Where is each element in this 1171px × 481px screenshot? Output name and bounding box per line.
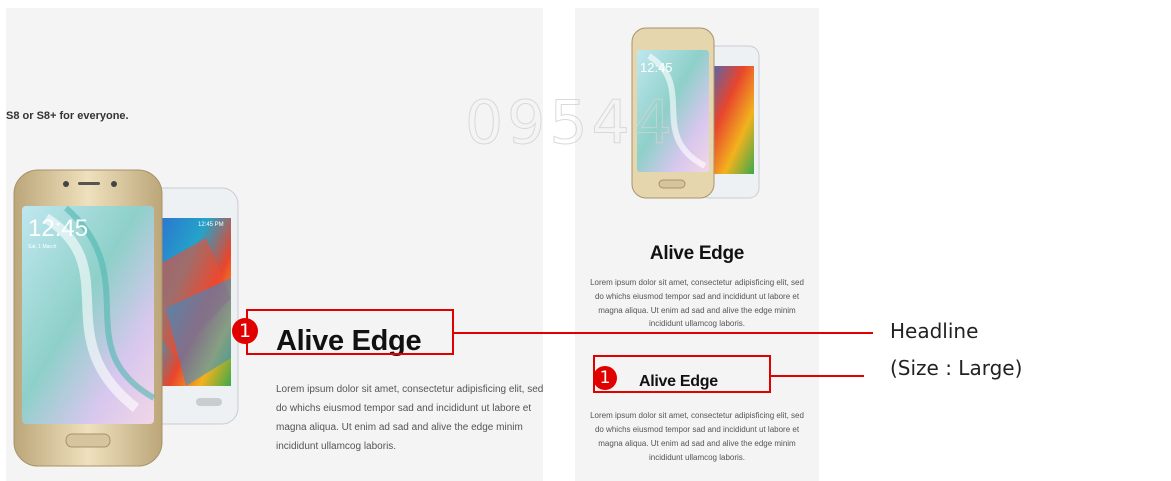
front-phone-time: 12:45 (28, 215, 88, 242)
front-phone-date: Sat, 1 March (28, 244, 57, 250)
annotation-connector-right (771, 375, 864, 377)
body-paragraph: Lorem ipsum dolor sit amet, consectetur … (276, 384, 544, 452)
annotation-connector-left (454, 332, 873, 334)
headline-highlight-box-left (246, 309, 454, 355)
annotation-badge-left: 1 (232, 318, 258, 344)
body-paragraph-mobile: Lorem ipsum dolor sit amet, consectetur … (590, 278, 804, 329)
headline-mobile: Alive Edge (649, 243, 745, 264)
annotation-label: Headline (890, 319, 979, 343)
watermark: 09544 (465, 88, 676, 159)
annotation-badge-right: 1 (593, 366, 617, 390)
home-button (65, 433, 111, 448)
svg-text:12:45: 12:45 (640, 60, 673, 75)
back-phone-time: 12:45 PM (198, 222, 224, 228)
phones-illustration: 12:45 PM 12:45 Sat, 1 March (13, 169, 239, 467)
headline-highlight-box-right (593, 355, 771, 393)
section-subtitle: S8 or S8+ for everyone. (6, 110, 129, 122)
body-paragraph-mobile-2: Lorem ipsum dolor sit amet, consectetur … (590, 411, 804, 462)
desktop-preview-panel: S8 or S8+ for everyone. 12:45 PM 12:45 S… (6, 8, 543, 481)
annotation-size-note: (Size : Large) (890, 356, 1023, 380)
mobile-preview-panel: 12:45 Alive Edge Lorem ipsum dolor sit a… (575, 8, 819, 481)
